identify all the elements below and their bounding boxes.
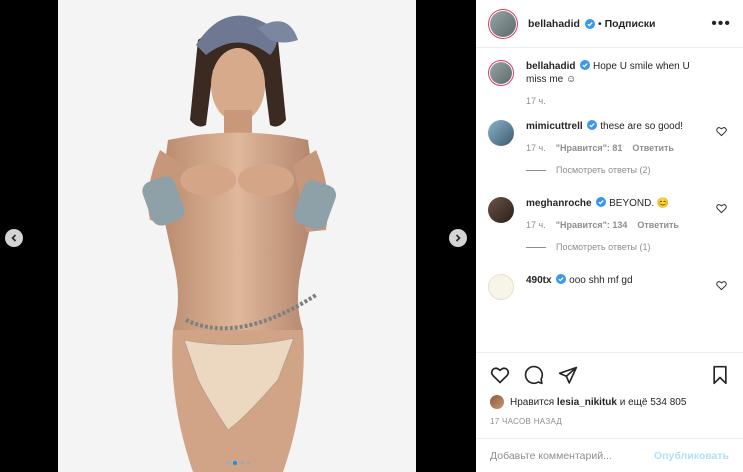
heart-icon[interactable] [716,126,727,137]
post-panel: bellahadid • Подписки ••• bellahadid Hop… [476,0,743,472]
carousel-dots [0,461,476,465]
post-header: bellahadid • Подписки ••• [476,0,743,48]
heart-icon[interactable] [716,203,727,214]
comment-text: BEYOND. 😊 [609,198,670,209]
heart-icon[interactable] [490,365,510,385]
carousel-dot [225,461,230,465]
liker-avatar[interactable] [490,395,504,409]
verified-icon [584,18,595,29]
likes-summary: Нравится lesia_nikituk и ещё 534 805 [490,395,729,409]
carousel-prev-button[interactable] [5,229,23,247]
author-avatar[interactable] [488,8,518,39]
comment-input[interactable] [490,449,655,462]
comment-time[interactable]: 17 ч. [526,143,546,153]
carousel-dot [239,461,244,465]
comment-likes[interactable]: "Нравится": 134 [556,220,628,230]
post-photo[interactable] [58,0,416,472]
share-icon[interactable] [558,365,578,385]
replies-line [526,169,546,171]
view-replies-button[interactable]: Посмотреть ответы (2) [526,165,731,175]
caption-username[interactable]: bellahadid [526,61,575,72]
comment: mimicuttrell these are so good! 17 ч. "Н… [488,120,731,153]
post-timestamp[interactable]: 17 ЧАСОВ НАЗАД [490,417,729,426]
verified-icon [580,60,591,70]
view-replies-button[interactable]: Посмотреть ответы (1) [526,242,731,252]
carousel-dot [232,461,237,465]
comment: 490tx ooo shh mf gd [488,274,731,300]
liker-username[interactable]: lesia_nikituk [557,397,617,408]
comments-list: bellahadid Hope U smile when U miss me ☺… [476,60,743,352]
comment-avatar[interactable] [488,197,514,223]
comment: meghanroche BEYOND. 😊 17 ч. "Нравится": … [488,197,731,230]
post-actions: Нравится lesia_nikituk и ещё 534 805 17 … [476,352,743,426]
verified-icon [587,120,598,130]
verified-icon [556,274,567,284]
comment-username[interactable]: meghanroche [526,198,592,209]
reply-button[interactable]: Ответить [637,220,679,230]
more-icon[interactable]: ••• [711,15,731,33]
comment-avatar[interactable] [488,120,514,146]
likes-prefix: Нравится [510,396,555,408]
caption-avatar[interactable] [488,60,514,86]
chevron-right-icon [455,234,461,242]
verified-icon [596,197,607,207]
replies-line [526,246,546,248]
comment-text: these are so good! [600,121,684,132]
add-comment-bar: Опубликовать [476,438,743,472]
reply-button[interactable]: Ответить [632,143,674,153]
comment-username[interactable]: 490tx [526,275,552,286]
separator: • [597,17,602,30]
view-replies-label: Посмотреть ответы (2) [556,165,651,175]
comment-time[interactable]: 17 ч. [526,220,546,230]
comment-username[interactable]: mimicuttrell [526,121,583,132]
comment-avatar[interactable] [488,274,514,300]
post-comment-button[interactable]: Опубликовать [654,450,729,462]
comment-likes[interactable]: "Нравится": 81 [556,143,623,153]
caption-time[interactable]: 17 ч. [526,96,546,106]
media-area [0,0,476,472]
heart-icon[interactable] [716,280,727,291]
comment-icon[interactable] [524,365,544,385]
likes-count[interactable]: и ещё 534 805 [620,397,687,408]
author-username[interactable]: bellahadid [528,18,580,30]
view-replies-label: Посмотреть ответы (1) [556,242,651,252]
carousel-next-button[interactable] [449,229,467,247]
carousel-dot [246,461,251,465]
following-button[interactable]: Подписки [605,18,656,30]
caption: bellahadid Hope U smile when U miss me ☺… [488,60,731,106]
photo-illustration [58,0,416,472]
comment-text: ooo shh mf gd [569,275,633,286]
bookmark-icon[interactable] [711,365,729,385]
chevron-left-icon [11,234,17,242]
